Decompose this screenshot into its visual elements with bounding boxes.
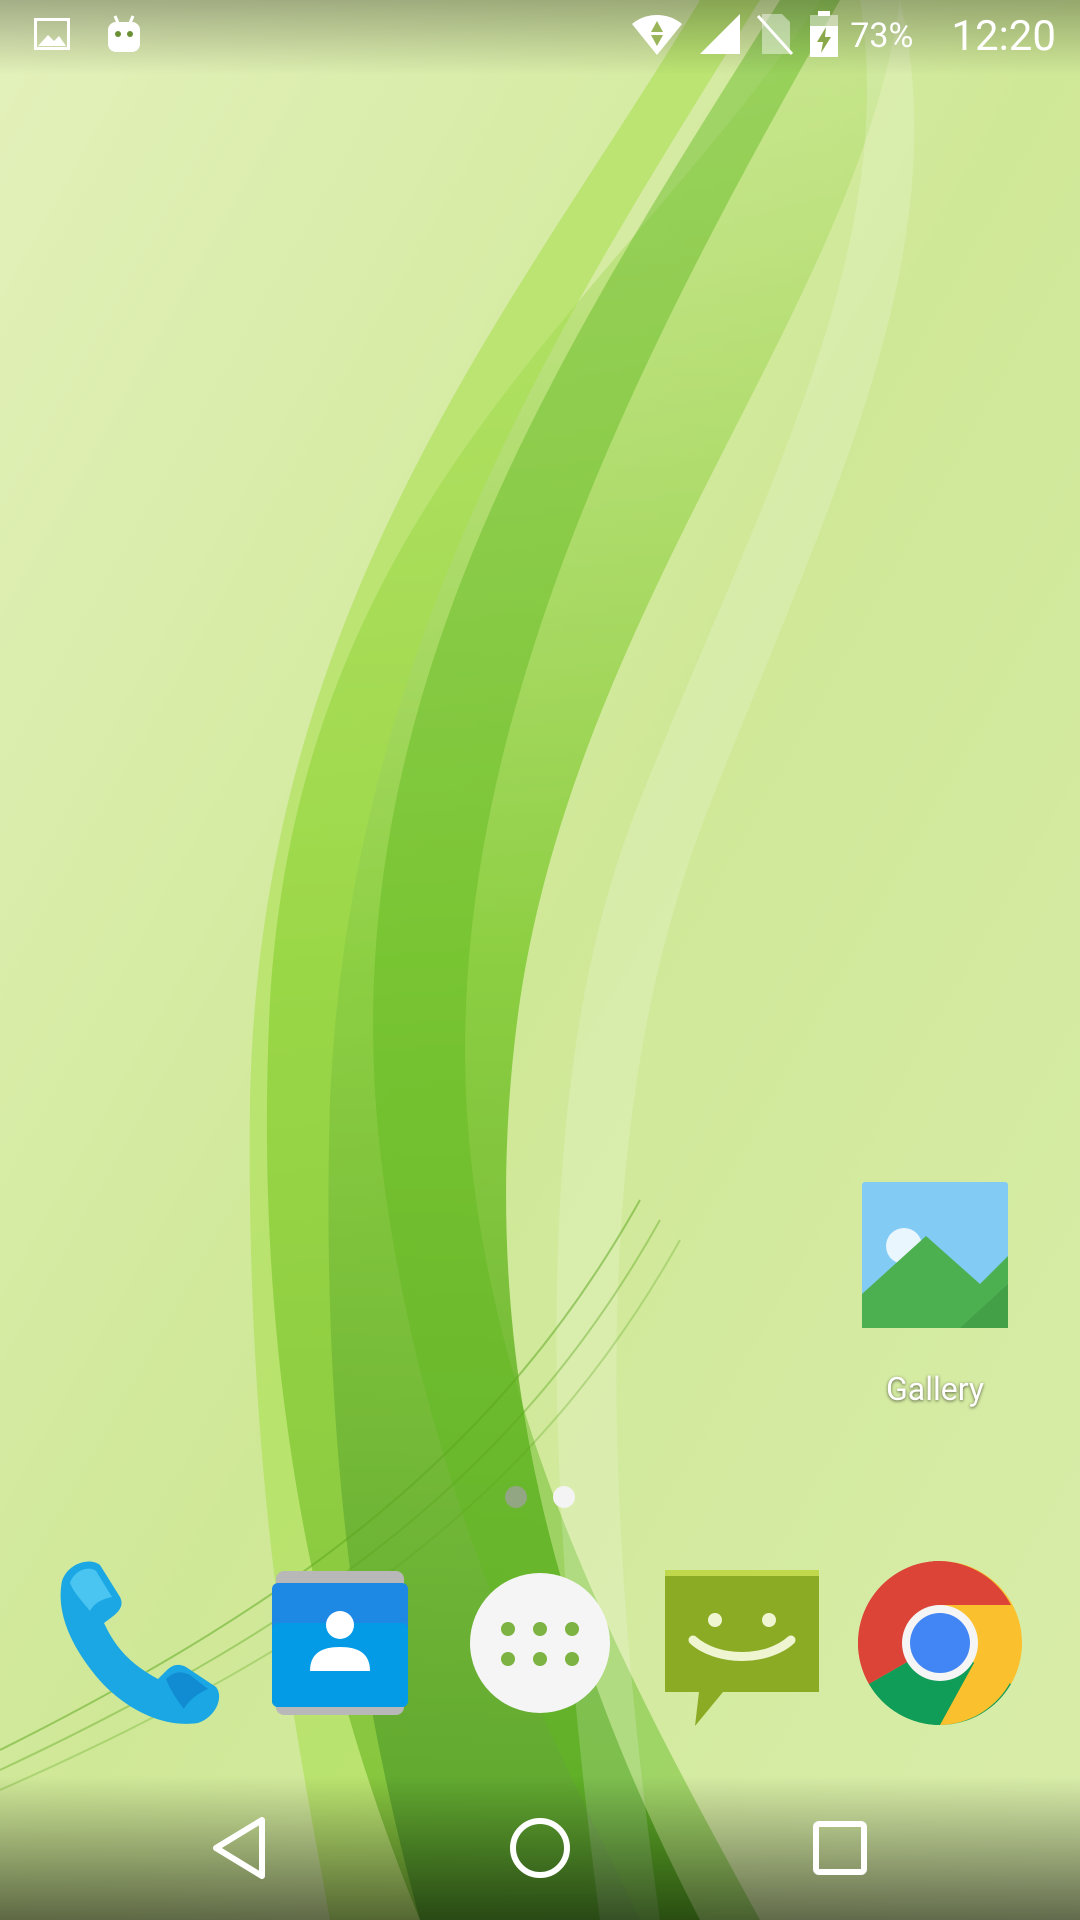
status-bar[interactable]: 73% 12:20 [0,0,1080,75]
battery-percent: 73% [850,16,914,56]
page-dot-2[interactable] [553,1486,575,1508]
android-notification-icon [106,14,142,58]
wifi-icon [630,12,684,60]
page-indicator [505,1486,575,1508]
recents-button[interactable] [790,1800,890,1900]
app-drawer-button[interactable] [450,1555,630,1735]
cell-signal-icon [698,12,742,60]
contacts-app-button[interactable] [250,1555,430,1735]
back-button[interactable] [190,1800,290,1900]
no-sim-icon [756,12,794,60]
messaging-icon [657,1558,827,1732]
home-icon [508,1816,572,1884]
image-notification-icon [34,16,70,56]
home-button[interactable] [490,1800,590,1900]
navigation-bar [0,1776,1080,1920]
back-icon [210,1816,270,1884]
app-drawer-icon [468,1571,612,1719]
recents-icon [812,1820,868,1880]
gallery-shortcut[interactable]: Gallery [850,1180,1020,1408]
messaging-app-button[interactable] [652,1555,832,1735]
clock: 12:20 [951,11,1056,61]
battery-charging-icon [808,11,840,61]
phone-icon [48,1553,228,1737]
contacts-icon [260,1563,420,1727]
dock [0,1555,1080,1735]
chrome-app-button[interactable] [850,1555,1030,1735]
chrome-icon [857,1560,1023,1730]
page-dot-1[interactable] [505,1486,527,1508]
phone-app-button[interactable] [48,1555,228,1735]
gallery-label: Gallery [886,1370,984,1408]
gallery-icon [860,1180,1010,1334]
